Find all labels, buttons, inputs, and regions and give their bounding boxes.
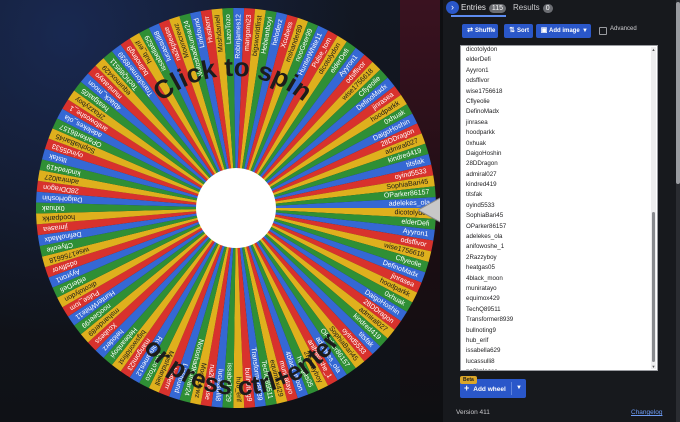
entry-item: DaigoHoshin xyxy=(466,149,502,157)
entries-list: dicotolydon elderDefi Ayyron1 odsffivor wise… xyxy=(466,46,518,370)
sort-button[interactable]: ⇅ Sort xyxy=(504,24,533,38)
panel-scrollbar-thumb[interactable] xyxy=(676,2,680,184)
tab-entries-label: Entries xyxy=(461,3,486,12)
entry-item: lucassulli8 xyxy=(466,357,495,365)
sort-label: Sort xyxy=(517,28,529,34)
wheel-center-hub[interactable] xyxy=(196,168,276,248)
entries-textarea[interactable]: dicotolydon elderDefi Ayyron1 odsffivor wise… xyxy=(460,45,658,371)
entry-item: admiral027 xyxy=(466,170,497,178)
chevron-down-icon: ▼ xyxy=(582,28,588,34)
chevron-down-icon[interactable]: ▼ xyxy=(516,379,522,398)
image-icon: ▣ xyxy=(540,27,548,34)
entry-item: anifowoshe_1 xyxy=(466,243,505,251)
changelog-link[interactable]: Changelog xyxy=(631,409,662,416)
tab-results-label: Results xyxy=(513,3,540,12)
spin-wheel[interactable]: dicotolydonelderDefiAyyron1odsffivorwise… xyxy=(0,0,440,422)
entry-item: 0xhuak xyxy=(466,139,486,147)
entry-item: OParker86157 xyxy=(466,222,507,230)
entry-item: 28DDragon xyxy=(466,160,498,168)
chevron-right-icon[interactable]: › xyxy=(446,1,459,14)
entry-item: TechQ89511 xyxy=(466,305,501,313)
entry-item: oyind5533 xyxy=(466,201,495,209)
add-image-button[interactable]: ▣ Add image ▼ xyxy=(536,24,591,38)
entry-item: equimox429 xyxy=(466,295,500,303)
wheel-label: 0xhuak xyxy=(42,204,65,211)
entry-item: bullnoting9 xyxy=(466,326,496,334)
button-divider xyxy=(511,382,512,395)
entry-item: Ayyron1 xyxy=(466,66,489,74)
entry-item: Transformer8939 xyxy=(466,316,514,324)
tab-results[interactable]: Results 0 xyxy=(513,3,553,13)
entry-item: hub_erif xyxy=(466,336,489,344)
panel-scrollbar[interactable] xyxy=(676,0,680,422)
advanced-checkbox[interactable] xyxy=(599,27,607,35)
entry-item: DefinoMadx xyxy=(466,108,500,116)
beta-badge: Beta xyxy=(460,376,477,384)
triangle-pointer-icon xyxy=(418,197,440,223)
entry-item: odsffivor xyxy=(466,77,490,85)
entry-item: dicotolydon xyxy=(466,46,498,53)
scroll-down-icon[interactable]: ▼ xyxy=(651,364,656,369)
entry-item: jinrasea xyxy=(466,118,488,126)
version-text: Version 411 xyxy=(456,409,490,416)
entry-item: muniratayo xyxy=(466,284,497,292)
results-count-badge: 0 xyxy=(542,4,553,13)
add-wheel-label: Add wheel xyxy=(473,386,506,393)
scroll-up-icon[interactable]: ▲ xyxy=(651,47,656,52)
entry-item: titsfak xyxy=(466,191,483,199)
entry-item: kindred419 xyxy=(466,181,497,189)
shuffle-button[interactable]: ⇄ Shuffle xyxy=(462,24,498,38)
entry-item: elderDefi xyxy=(466,56,491,64)
entry-item: wise1756618 xyxy=(466,87,503,95)
plus-icon: + xyxy=(464,383,470,393)
entries-scrollbar[interactable]: ▲ ▼ xyxy=(651,47,656,369)
entry-item: na2kplease xyxy=(466,367,518,370)
shuffle-label: Shuffle xyxy=(475,28,496,34)
entry-item: issabella629 xyxy=(466,347,501,355)
entry-item: Cflyeolie xyxy=(466,97,490,105)
tab-entries[interactable]: Entries 115 xyxy=(461,3,507,13)
entry-item: SophiaBari45 xyxy=(466,212,504,220)
advanced-label: Advanced xyxy=(610,26,637,32)
sort-icon: ⇅ xyxy=(509,27,515,34)
shuffle-icon: ⇄ xyxy=(467,27,473,34)
wheel-stage: dicotolydon elderDefi Ayyron1 odsffivor wise… xyxy=(0,0,440,422)
entry-item: hoodparkk xyxy=(466,129,495,137)
entry-item: heatgas05 xyxy=(466,264,495,272)
add-image-label: Add image xyxy=(549,28,580,34)
active-tab-indicator xyxy=(451,15,506,17)
entry-item: 2Razzyboy xyxy=(466,253,497,261)
entry-item: adelekes_ola xyxy=(466,233,503,241)
entries-scrollbar-thumb[interactable] xyxy=(652,212,655,362)
wheel-label: LazoTozo xyxy=(225,14,233,44)
entry-item: 4black_moon xyxy=(466,274,503,282)
entries-count-badge: 115 xyxy=(488,4,507,13)
